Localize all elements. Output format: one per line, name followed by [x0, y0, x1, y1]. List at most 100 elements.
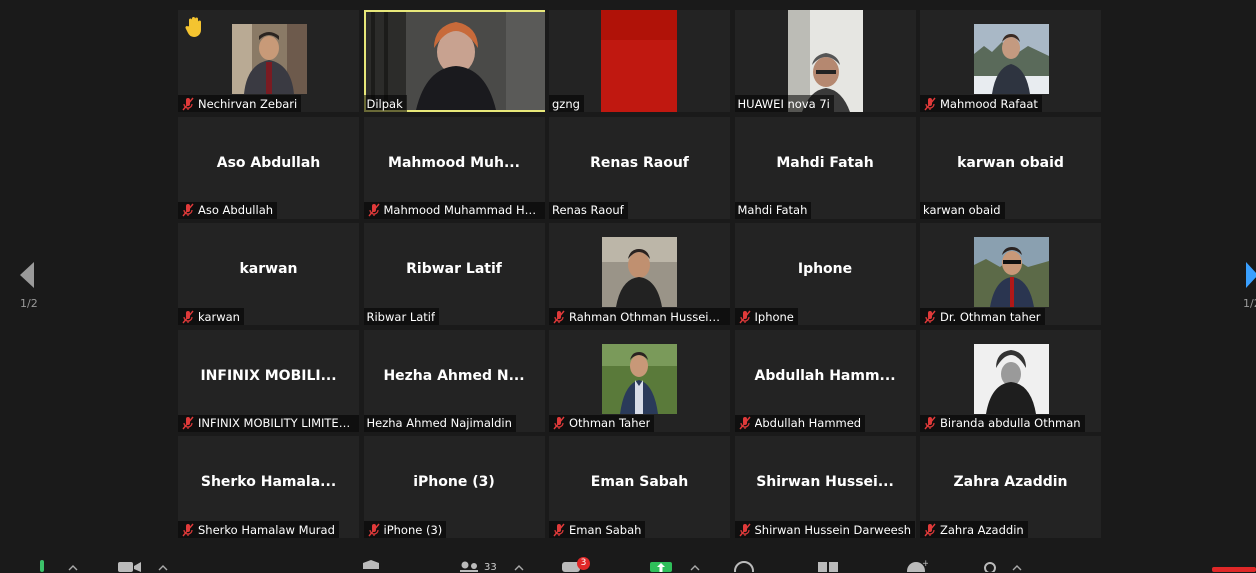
mic-muted-icon — [182, 310, 194, 323]
participant-display-name: INFINIX MOBILI... — [200, 367, 337, 384]
participant-tile[interactable]: karwan obaid karwan obaid — [920, 116, 1101, 219]
participant-tile[interactable]: Biranda abdulla Othman — [920, 329, 1101, 432]
participant-name: karwan obaid — [923, 203, 1001, 217]
participant-tile[interactable]: Ribwar Latif Ribwar Latif — [363, 223, 545, 325]
participant-display-name: Aso Abdullah — [216, 154, 321, 171]
participant-tile[interactable]: Mahmood Muh... Mahmood Muhammad Ha... — [363, 116, 545, 219]
participant-tile[interactable]: Othman Taher — [549, 329, 730, 432]
participant-tile[interactable]: Aso Abdullah Aso Abdullah — [178, 116, 359, 219]
participant-display-name: Abdullah Hamm... — [754, 367, 896, 384]
participant-name: Sherko Hamalaw Murad — [198, 522, 335, 537]
participant-name: Abdullah Hammed — [754, 416, 862, 430]
participant-name: Dr. Othman taher — [940, 309, 1041, 324]
mic-muted-icon — [738, 310, 751, 323]
participant-tile-speaking[interactable]: Dilpak — [363, 10, 545, 112]
participant-tile[interactable]: Nechirvan Zebari — [178, 10, 359, 112]
chat-unread-badge: 3 — [577, 557, 590, 570]
participant-tile[interactable]: Hezha Ahmed N... Hezha Ahmed Najimaldin — [363, 329, 545, 432]
participant-video — [974, 343, 1049, 414]
share-options-chevron-icon[interactable] — [690, 560, 700, 572]
mic-muted-icon — [924, 97, 936, 110]
participant-video — [602, 237, 677, 307]
participant-tile[interactable]: Eman Sabah Eman Sabah — [549, 436, 730, 538]
raised-hand-icon — [185, 17, 201, 37]
participant-display-name: Mahdi Fatah — [776, 154, 874, 171]
mic-muted-icon — [738, 416, 751, 430]
breakout-rooms-icon[interactable] — [818, 560, 840, 572]
page-indicator-left: 1/2 — [20, 297, 38, 310]
mic-muted-icon — [738, 523, 751, 536]
participant-tile[interactable]: iPhone (3) iPhone (3) — [363, 436, 545, 538]
participant-display-name: Zahra Azaddin — [953, 474, 1068, 490]
mic-muted-icon — [924, 416, 936, 430]
record-icon[interactable] — [734, 560, 754, 572]
participant-video — [232, 24, 307, 94]
participant-video — [974, 24, 1049, 94]
participant-display-name: Eman Sabah — [590, 474, 689, 490]
participant-video — [601, 10, 677, 112]
participant-name: Iphone — [754, 309, 794, 324]
participant-tile[interactable]: Zahra Azaddin Zahra Azaddin — [920, 436, 1101, 538]
participant-tile[interactable]: INFINIX MOBILI... INFINIX MOBILITY LIMIT… — [178, 329, 359, 432]
participant-name: Shirwan Hussein Darweesh — [754, 522, 912, 537]
video-camera-icon[interactable] — [118, 560, 142, 572]
participant-tile[interactable]: Mahdi Fatah Mahdi Fatah — [734, 116, 916, 219]
mic-muted-icon — [182, 416, 194, 430]
participant-display-name: iPhone (3) — [413, 474, 495, 490]
audio-options-chevron-icon[interactable] — [68, 560, 78, 572]
microphone-icon[interactable] — [36, 560, 48, 572]
mic-muted-icon — [367, 523, 380, 536]
mic-muted-icon — [553, 310, 565, 323]
participant-name: Zahra Azaddin — [940, 522, 1024, 537]
participant-name: Dilpak — [366, 96, 403, 111]
mic-muted-icon — [182, 97, 194, 110]
participant-display-name: Ribwar Latif — [406, 261, 502, 277]
meeting-toolbar — [0, 556, 1256, 572]
participant-display-name: Shirwan Hussei... — [756, 474, 894, 490]
participant-name: karwan — [198, 309, 240, 324]
participant-name: INFINIX MOBILITY LIMITED ... — [198, 416, 356, 430]
participant-tile[interactable]: Renas Raouf Renas Raouf — [549, 116, 730, 219]
participant-name: iPhone (3) — [383, 522, 443, 537]
participant-tile[interactable]: Shirwan Hussei... Shirwan Hussein Darwee… — [734, 436, 916, 538]
apps-icon[interactable] — [982, 560, 1022, 572]
participant-name: Renas Raouf — [552, 203, 624, 217]
participants-icon[interactable] — [458, 560, 480, 572]
next-page-icon[interactable] — [1244, 260, 1256, 290]
video-options-chevron-icon[interactable] — [158, 560, 168, 572]
participant-tile[interactable]: Dr. Othman taher — [920, 223, 1101, 325]
participant-display-name: Renas Raouf — [590, 154, 689, 171]
mic-muted-icon — [924, 310, 936, 323]
participant-name: gzng — [552, 96, 580, 111]
mic-muted-icon — [924, 523, 936, 536]
participant-display-name: karwan obaid — [957, 154, 1064, 171]
participant-video — [974, 237, 1049, 307]
participant-name: Ribwar Latif — [366, 309, 436, 324]
end-meeting-button[interactable] — [1212, 567, 1256, 572]
participant-display-name: karwan — [239, 261, 298, 277]
participant-tile[interactable]: Rahman Othman Hussein ... — [549, 223, 730, 325]
participant-tile[interactable]: Abdullah Hamm... Abdullah Hammed — [734, 329, 916, 432]
participant-tile[interactable]: karwan karwan — [178, 223, 359, 325]
share-screen-icon[interactable] — [650, 560, 672, 572]
participant-name: Nechirvan Zebari — [198, 96, 298, 111]
security-shield-icon[interactable] — [362, 560, 380, 572]
participant-tile[interactable]: Sherko Hamala... Sherko Hamalaw Murad — [178, 436, 359, 538]
mic-muted-icon — [182, 523, 194, 536]
page-indicator-right: 1/2 — [1243, 297, 1256, 310]
participant-name: Rahman Othman Hussein ... — [569, 309, 727, 324]
reactions-icon[interactable]: + — [906, 560, 928, 572]
participant-name: Mahmood Rafaat — [940, 96, 1038, 111]
participant-display-name: Iphone — [797, 261, 853, 277]
participant-display-name: Hezha Ahmed N... — [383, 367, 525, 384]
participant-name: Aso Abdullah — [198, 203, 274, 217]
mic-muted-icon — [553, 523, 565, 536]
participant-tile[interactable]: Mahmood Rafaat — [920, 10, 1101, 112]
participants-options-chevron-icon[interactable] — [514, 560, 524, 572]
previous-page-icon[interactable] — [18, 260, 38, 290]
participant-tile[interactable]: HUAWEI nova 7i — [734, 10, 916, 112]
svg-text:+: + — [922, 560, 928, 569]
participant-tile[interactable]: gzng — [549, 10, 730, 112]
participant-video — [602, 343, 677, 414]
participant-tile[interactable]: Iphone Iphone — [734, 223, 916, 325]
